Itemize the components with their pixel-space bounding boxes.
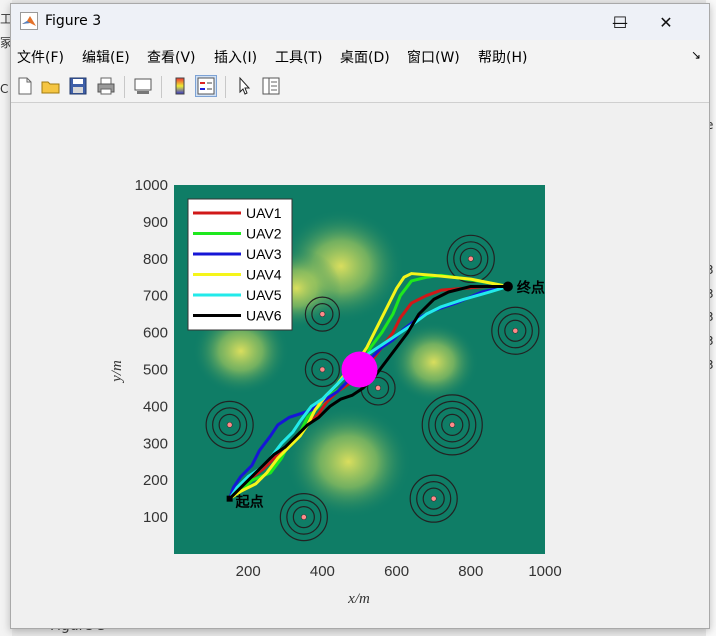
- pointer-icon[interactable]: [233, 75, 255, 97]
- y-tick-label: 200: [143, 472, 168, 489]
- colorbar-icon[interactable]: [169, 75, 191, 97]
- legend-label-uav1: UAV1: [246, 205, 282, 221]
- threat-center: [449, 421, 456, 428]
- toolbar-separator: [225, 76, 226, 98]
- menu-insert[interactable]: 插入(I): [214, 47, 257, 67]
- legend-label-uav5: UAV5: [246, 287, 282, 303]
- legend-label-uav2: UAV2: [246, 226, 282, 242]
- bg-text: C: [0, 82, 9, 96]
- open-file-icon[interactable]: [40, 75, 62, 97]
- save-icon[interactable]: [67, 75, 89, 97]
- toolbar: [11, 70, 709, 103]
- menu-window[interactable]: 窗口(W): [407, 47, 460, 67]
- threat-center: [319, 366, 326, 373]
- plot-svg[interactable]: 起点 终点 200 400 600 800 1000 100 200 300 400 500 600 7…: [11, 103, 709, 628]
- y-tick-label: 900: [143, 214, 168, 231]
- threat-center: [300, 514, 307, 520]
- y-tick-label: 700: [143, 288, 168, 305]
- x-tick-label: 400: [310, 563, 335, 580]
- start-label: 起点: [235, 494, 264, 511]
- threat-center: [512, 327, 519, 334]
- y-tick-label: 300: [143, 435, 168, 452]
- goal-label: 终点: [517, 279, 545, 296]
- menu-tools[interactable]: 工具(T): [275, 47, 322, 67]
- menu-help[interactable]: 帮助(H): [478, 47, 527, 67]
- y-axis-label: y/m: [109, 360, 125, 384]
- y-tick-label: 100: [143, 509, 168, 526]
- print-icon[interactable]: [95, 75, 117, 97]
- threat-center: [430, 495, 437, 502]
- matlab-icon: [20, 12, 38, 30]
- x-tick-label: 600: [384, 563, 409, 580]
- legend-label-uav4: UAV4: [246, 267, 282, 283]
- legend-label-uav6: UAV6: [246, 308, 282, 324]
- title-bar[interactable]: Figure 3 — ☐ ✕: [11, 4, 709, 40]
- threat-center: [226, 421, 233, 428]
- goal-marker: [502, 281, 513, 292]
- y-tick-label: 1000: [135, 177, 168, 194]
- legend-icon[interactable]: [195, 75, 217, 97]
- menu-view[interactable]: 查看(V): [147, 47, 196, 67]
- maximize-button[interactable]: ☐: [597, 4, 643, 40]
- y-tick-label: 400: [143, 398, 168, 415]
- start-marker: [226, 495, 233, 502]
- threat-center: [319, 311, 326, 318]
- x-tick-label: 1000: [528, 563, 561, 580]
- threat-center: [375, 385, 381, 391]
- menu-file[interactable]: 文件(F): [17, 47, 64, 67]
- figure-canvas: 起点 终点 200 400 600 800 1000 100 200 300 400 500 600 7…: [11, 103, 709, 632]
- toolbar-separator: [124, 76, 125, 98]
- window-title: Figure 3: [45, 13, 102, 29]
- center-marker: [341, 351, 378, 388]
- legend[interactable]: UAV1 UAV2 UAV3 UAV4 UAV5 UAV6: [187, 198, 293, 331]
- x-tick-label: 200: [236, 563, 261, 580]
- figure-window: Figure 3 — ☐ ✕ 文件(F) 编辑(E) 查看(V) 插入(I) 工具…: [10, 3, 710, 629]
- threat-center: [467, 255, 474, 262]
- menu-bar: 文件(F) 编辑(E) 查看(V) 插入(I) 工具(T) 桌面(D) 窗口(W…: [11, 40, 709, 70]
- x-axis-label: x/m: [347, 591, 370, 607]
- menu-edit[interactable]: 编辑(E): [82, 47, 130, 67]
- menu-overflow-icon[interactable]: ↘: [691, 48, 701, 62]
- property-inspector-icon[interactable]: [260, 75, 282, 97]
- toolbar-separator: [161, 76, 162, 98]
- y-tick-label: 800: [143, 251, 168, 268]
- y-tick-label: 500: [143, 362, 168, 379]
- menu-desktop[interactable]: 桌面(D): [340, 47, 390, 67]
- x-tick-label: 800: [458, 563, 483, 580]
- close-button[interactable]: ✕: [643, 4, 689, 40]
- legend-label-uav3: UAV3: [246, 246, 282, 262]
- new-figure-icon[interactable]: [14, 75, 36, 97]
- link-plot-icon[interactable]: [132, 75, 154, 97]
- field-bump: [389, 322, 479, 403]
- y-tick-label: 600: [143, 325, 168, 342]
